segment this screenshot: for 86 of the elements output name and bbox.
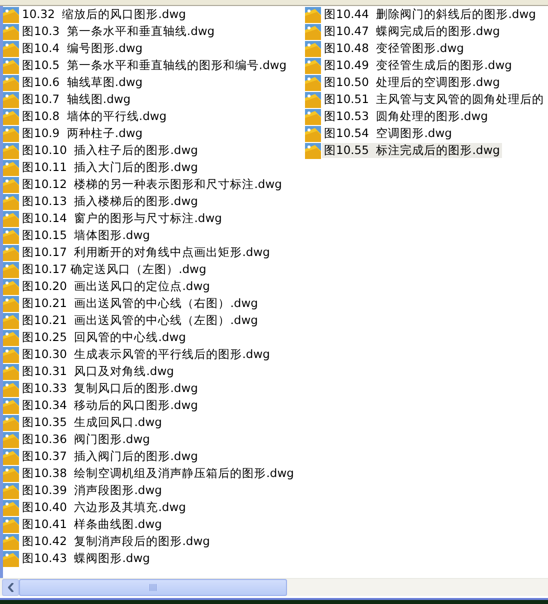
file-icon xyxy=(305,126,321,142)
file-icon xyxy=(3,40,19,56)
file-name[interactable]: 图10.14 窗户的图形与尺寸标注.dwg xyxy=(20,211,224,226)
file-icon xyxy=(3,380,19,396)
file-name[interactable]: 图10.49 变径管生成后的图形.dwg xyxy=(322,58,514,73)
file-name[interactable]: 图10.48 变径管图形.dwg xyxy=(322,41,466,56)
file-icon xyxy=(3,176,19,192)
file-icon xyxy=(3,108,19,124)
file-name[interactable]: 图10.21 画出送风管的中心线（右图）.dwg xyxy=(20,296,260,311)
file-name[interactable]: 图10.7 轴线图.dwg xyxy=(20,92,133,107)
file-icon xyxy=(3,194,19,210)
file-icon xyxy=(3,92,19,108)
file-icon xyxy=(3,432,19,448)
file-name[interactable]: 图10.6 轴线草图.dwg xyxy=(20,75,145,90)
file-name[interactable]: 图10.3 第一条水平和垂直轴线.dwg xyxy=(20,24,217,39)
file-icon xyxy=(3,448,19,464)
file-icon xyxy=(3,126,19,142)
file-name[interactable]: 图10.4 编号图形.dwg xyxy=(20,41,145,56)
file-name[interactable]: 图10.51 主风管与支风管的圆角处理后的 xyxy=(322,92,546,107)
file-icon xyxy=(305,108,321,124)
file-icon xyxy=(3,58,19,74)
file-icon xyxy=(305,74,321,90)
file-name[interactable]: 图10.42 复制消声段后的图形.dwg xyxy=(20,534,212,549)
file-name[interactable]: 图10.8 墙体的平行线.dwg xyxy=(20,109,169,124)
file-icon xyxy=(3,516,19,532)
file-name[interactable]: 图10.47 蝶阀完成后的图形.dwg xyxy=(322,24,502,39)
file-icon xyxy=(3,228,19,244)
file-name[interactable]: 图10.12 楼梯的另一种表示图形和尺寸标注.dwg xyxy=(20,177,284,192)
file-name[interactable]: 图10.9 两种柱子.dwg xyxy=(20,126,145,141)
file-name[interactable]: 图10.37 插入阀门后的图形.dwg xyxy=(20,449,200,464)
file-name[interactable]: 图10.40 六边形及其填充.dwg xyxy=(20,500,188,515)
file-name[interactable]: 图10.17 确定送风口（左图）.dwg xyxy=(20,262,208,277)
file-name[interactable]: 图10.17 利用断开的对角线中点画出矩形.dwg xyxy=(20,245,272,260)
file-name[interactable]: 图10.50 处理后的空调图形.dwg xyxy=(322,75,502,90)
scroll-thumb[interactable] xyxy=(19,579,287,596)
file-icon xyxy=(3,74,19,90)
file-name[interactable]: 图10.11 插入大门后的图形.dwg xyxy=(20,160,200,175)
file-icon xyxy=(3,24,19,40)
file-icon xyxy=(3,398,19,414)
file-name[interactable]: 图10.36 阀门图形.dwg xyxy=(20,432,152,447)
file-icon xyxy=(3,142,19,158)
file-name[interactable]: 图10.33 复制风口后的图形.dwg xyxy=(20,381,200,396)
file-name[interactable]: 图10.53 圆角处理的图形.dwg xyxy=(322,109,490,124)
file-icon xyxy=(3,278,19,294)
horizontal-scrollbar[interactable] xyxy=(0,578,548,596)
file-name[interactable]: 图10.39 消声段图形.dwg xyxy=(20,483,164,498)
file-icon xyxy=(3,364,19,380)
file-icon xyxy=(3,210,19,226)
file-icon xyxy=(3,550,19,566)
file-icon xyxy=(3,500,19,516)
file-icon xyxy=(3,262,19,278)
file-name[interactable]: 图10.20 画出送风口的定位点.dwg xyxy=(20,279,212,294)
file-name[interactable]: 图10.54 空调图形.dwg xyxy=(322,126,454,141)
scroll-left-button[interactable] xyxy=(2,579,19,596)
file-name[interactable]: 图10.30 生成表示风管的平行线后的图形.dwg xyxy=(20,347,272,362)
file-name[interactable]: 图10.31 风口及对角线.dwg xyxy=(20,364,176,379)
file-icon xyxy=(3,482,19,498)
file-icon xyxy=(3,534,19,550)
grip-icon xyxy=(149,584,157,591)
file-icon xyxy=(305,92,321,108)
file-name[interactable]: 图10.55 标注完成后的图形.dwg xyxy=(322,143,502,158)
file-icon xyxy=(3,296,19,312)
file-name[interactable]: 图10.25 回风管的中心线.dwg xyxy=(20,330,188,345)
file-icon xyxy=(3,414,19,430)
file-name[interactable]: 图10.43 蝶阀图形.dwg xyxy=(20,551,152,566)
file-name[interactable]: 图10.10 插入柱子后的图形.dwg xyxy=(20,143,200,158)
file-icon xyxy=(3,312,19,328)
file-name[interactable]: 图10.21 画出送风管的中心线（左图）.dwg xyxy=(20,313,260,328)
file-name[interactable]: 图10.34 移动后的风口图形.dwg xyxy=(20,398,200,413)
file-name[interactable]: 图10.44 删除阀门的斜线后的图形.dwg xyxy=(322,7,538,22)
file-icon xyxy=(305,58,321,74)
file-icon xyxy=(3,160,19,176)
file-icon xyxy=(3,346,19,362)
file-icon xyxy=(3,330,19,346)
file-name[interactable]: 图10.13 插入楼梯后的图形.dwg xyxy=(20,194,200,209)
file-name[interactable]: 10.32 缩放后的风口图形.dwg xyxy=(20,7,188,22)
file-name[interactable]: 图10.5 第一条水平和垂直轴线的图形和编号.dwg xyxy=(20,58,289,73)
file-name[interactable]: 图10.15 墙体图形.dwg xyxy=(20,228,152,243)
file-icon xyxy=(305,142,321,158)
file-icon xyxy=(305,40,321,56)
file-icon xyxy=(3,244,19,260)
file-icon xyxy=(3,466,19,482)
file-name[interactable]: 图10.41 样条曲线图.dwg xyxy=(20,517,164,532)
file-name[interactable]: 图10.35 生成回风口.dwg xyxy=(20,415,164,430)
file-icon xyxy=(305,24,321,40)
file-name[interactable]: 图10.38 绘制空调机组及消声静压箱后的图形.dwg xyxy=(20,466,296,481)
